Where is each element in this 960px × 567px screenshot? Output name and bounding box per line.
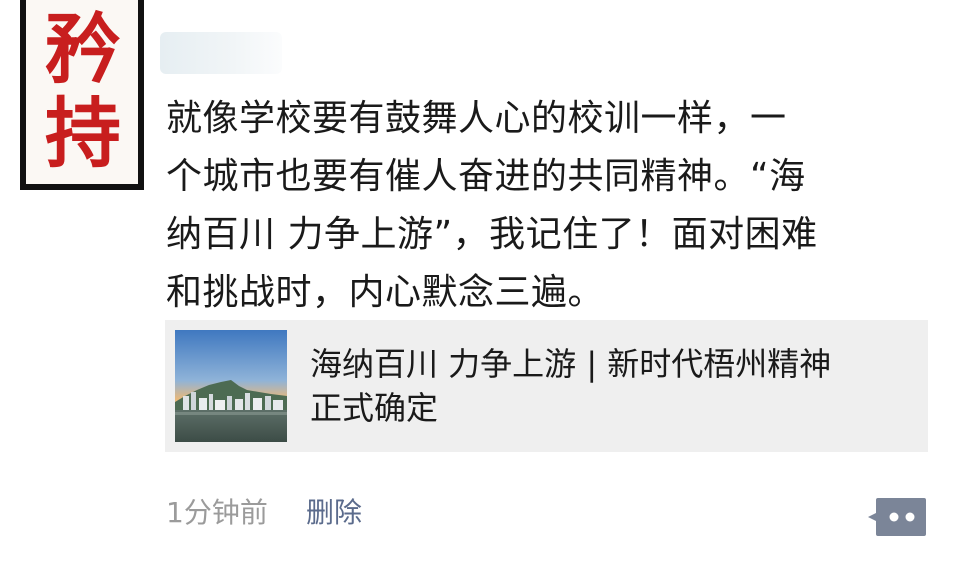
article-title-line: 海纳百川 力争上游 | 新时代梧州精神 bbox=[310, 345, 832, 383]
blurred-username[interactable] bbox=[160, 32, 282, 74]
post-timestamp: 1分钟前 bbox=[166, 496, 268, 529]
comment-button[interactable] bbox=[866, 496, 928, 538]
article-thumbnail bbox=[175, 330, 287, 442]
avatar-char-2: 持 bbox=[45, 89, 121, 178]
avatar-char-1: 矜 bbox=[45, 5, 121, 94]
post-text: 就像学校要有鼓舞人心的校训一样，一 个城市也要有催人奋进的共同精神。“海 纳百川… bbox=[166, 90, 926, 322]
comment-bubble-icon bbox=[868, 498, 926, 536]
avatar[interactable]: 矜 持 bbox=[20, 0, 144, 190]
delete-button[interactable]: 删除 bbox=[306, 494, 362, 532]
post-text-line: 和挑战时，内心默念三遍。 bbox=[166, 272, 605, 313]
article-title: 海纳百川 力争上游 | 新时代梧州精神 正式确定 bbox=[310, 342, 910, 430]
avatar-image: 矜 持 bbox=[26, 0, 138, 184]
moments-post: 矜 持 就像学校要有鼓舞人心的校训一样，一 个城市也要有催人奋进的共同精神。“海… bbox=[0, 0, 960, 567]
post-text-line: 个城市也要有催人奋进的共同精神。“海 bbox=[166, 156, 806, 197]
article-title-line: 正式确定 bbox=[310, 389, 439, 427]
post-text-line: 就像学校要有鼓舞人心的校训一样，一 bbox=[166, 98, 787, 139]
city-skyline-image bbox=[175, 330, 287, 442]
post-text-line: 纳百川 力争上游”，我记住了！面对困难 bbox=[166, 214, 818, 255]
shared-article-card[interactable]: 海纳百川 力争上游 | 新时代梧州精神 正式确定 bbox=[165, 320, 928, 452]
